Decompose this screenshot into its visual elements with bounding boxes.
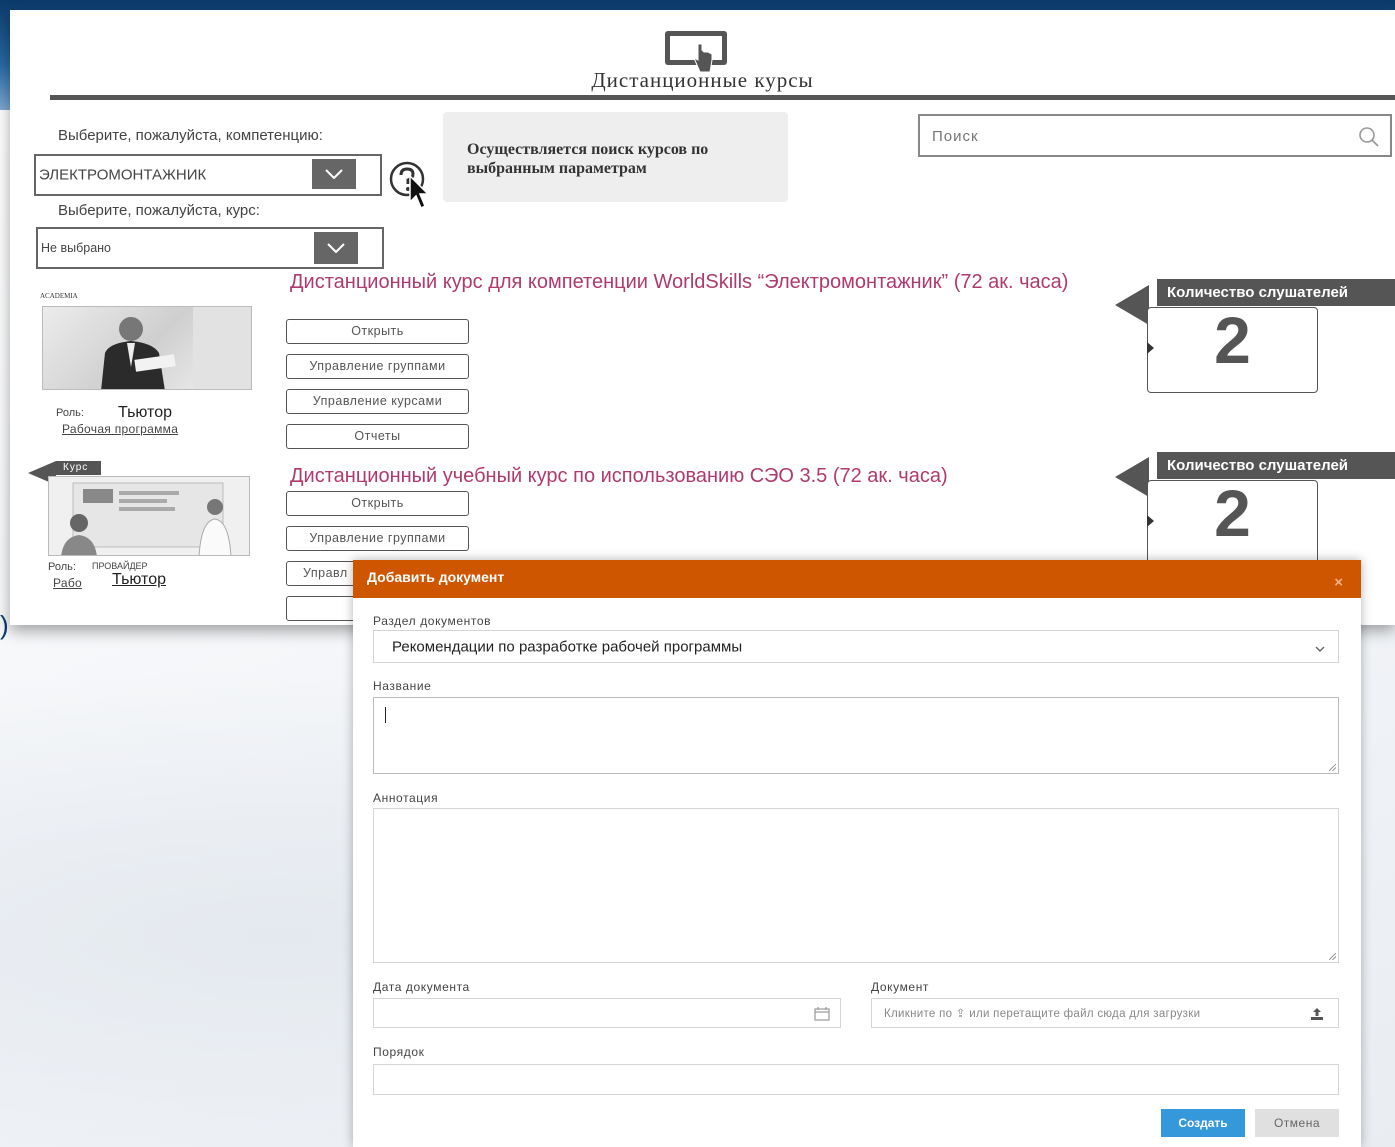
manage-groups-button[interactable]: Управление группами	[286, 354, 469, 379]
work-program-link[interactable]: Рабо	[53, 576, 82, 590]
counter-banner-arrow	[1115, 285, 1149, 325]
listeners-count-value: 2	[1214, 303, 1251, 377]
counter-banner-arrow	[1115, 457, 1149, 497]
cancel-button[interactable]: Отмена	[1255, 1109, 1339, 1137]
upload-icon[interactable]	[1310, 1007, 1324, 1021]
cursor-icon	[409, 174, 430, 210]
academia-logo: ACADEMIA	[40, 292, 78, 300]
close-icon[interactable]: ×	[1334, 565, 1343, 600]
order-input[interactable]	[373, 1064, 1339, 1095]
listeners-count: 2	[1147, 307, 1318, 393]
listeners-count: 2	[1147, 480, 1318, 566]
competence-select[interactable]: ЭЛЕКТРОМОНТАЖНИК	[34, 154, 382, 196]
classroom-photo	[61, 482, 232, 555]
competence-label: Выберите, пожалуйста, компетенцию:	[58, 127, 323, 144]
title-divider	[50, 95, 1395, 100]
section-select[interactable]: Рекомендации по разработке рабочей прогр…	[373, 630, 1339, 663]
create-button[interactable]: Создать	[1161, 1109, 1245, 1137]
document-label: Документ	[871, 980, 930, 994]
search-icon[interactable]	[1358, 126, 1380, 148]
chevron-down-icon[interactable]	[314, 232, 358, 264]
open-course-button[interactable]: Открыть	[286, 319, 469, 344]
role-overlay-text: ПРОВАЙДЕР	[92, 561, 148, 571]
course-select[interactable]: Не выбрано	[36, 227, 384, 269]
competence-value: ЭЛЕКТРОМОНТАЖНИК	[39, 166, 207, 184]
listeners-count-label: Количество слушателей	[1157, 279, 1395, 306]
add-document-dialog: Добавить документ × Раздел документов Ре…	[353, 560, 1361, 1147]
tutor-photo	[101, 307, 251, 389]
manage-groups-button[interactable]: Управление группами	[286, 526, 469, 551]
document-upload[interactable]: Кликните по ⇪ или перетащите файл сюда д…	[871, 998, 1339, 1028]
order-label: Порядок	[373, 1045, 425, 1059]
annotation-textarea[interactable]	[373, 808, 1339, 963]
role-label: Роль:	[48, 561, 76, 573]
chevron-down-icon[interactable]	[1314, 641, 1326, 655]
role-label: Роль:	[56, 407, 84, 419]
date-label: Дата документа	[373, 980, 470, 994]
calendar-icon[interactable]	[814, 1007, 830, 1021]
course-label: Выберите, пожалуйста, курс:	[58, 202, 260, 219]
dialog-header: Добавить документ ×	[353, 560, 1361, 598]
course-thumbnail	[48, 476, 250, 556]
course-select-value: Не выбрано	[41, 241, 111, 255]
courses-page: Дистанционные курсы Выберите, пожалуйста…	[10, 10, 1395, 625]
work-program-link[interactable]: Рабочая программа	[62, 422, 178, 436]
section-value: Рекомендации по разработке рабочей прогр…	[392, 638, 743, 655]
dialog-title: Добавить документ	[367, 569, 505, 585]
course-title[interactable]: Дистанционный курс для компетенции World…	[290, 271, 1090, 294]
resize-handle[interactable]	[1329, 764, 1336, 771]
name-label: Название	[373, 679, 432, 693]
text-cursor	[385, 707, 386, 723]
listeners-count-label: Количество слушателей	[1157, 452, 1395, 479]
page-title: Дистанционные курсы	[591, 68, 814, 92]
manage-courses-button[interactable]: Управление курсами	[286, 389, 469, 414]
section-label: Раздел документов	[373, 614, 492, 628]
open-course-button[interactable]: Открыть	[286, 491, 469, 516]
course-tag: Курс	[56, 461, 101, 475]
course-title[interactable]: Дистанционный учебный курс по использова…	[290, 465, 1090, 488]
role-value: Тьютор	[118, 404, 172, 421]
date-input[interactable]	[373, 998, 841, 1028]
search-input[interactable]	[932, 118, 1332, 154]
search-field[interactable]	[918, 114, 1392, 157]
resize-handle[interactable]	[1329, 953, 1336, 960]
upload-placeholder: Кликните по ⇪ или перетащите файл сюда д…	[884, 1008, 1201, 1020]
chevron-down-icon[interactable]	[312, 159, 356, 189]
reports-button[interactable]: Отчеты	[286, 424, 469, 449]
listeners-count-value: 2	[1214, 476, 1251, 550]
search-info-box: Осуществляется поиск курсов по выбранным…	[443, 112, 788, 202]
name-textarea[interactable]	[373, 697, 1339, 774]
annotation-label: Аннотация	[373, 791, 439, 805]
role-value: Тьютор	[112, 571, 166, 588]
course-thumbnail	[42, 306, 252, 390]
